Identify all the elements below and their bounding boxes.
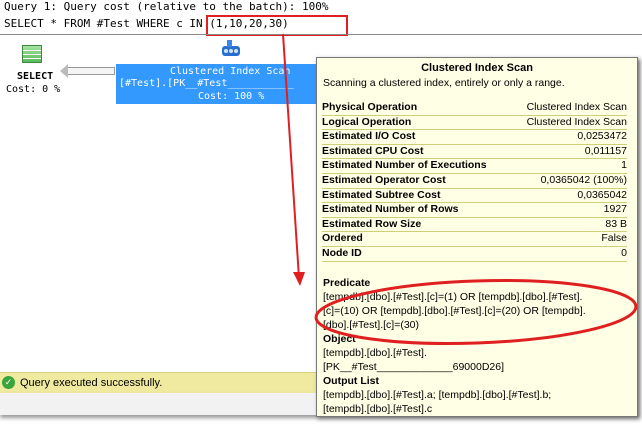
annotation-arrow-line	[282, 33, 300, 279]
annotation-ellipse	[314, 279, 638, 345]
annotation-arrowhead-icon	[293, 272, 305, 286]
annotation-overlay	[282, 33, 638, 345]
